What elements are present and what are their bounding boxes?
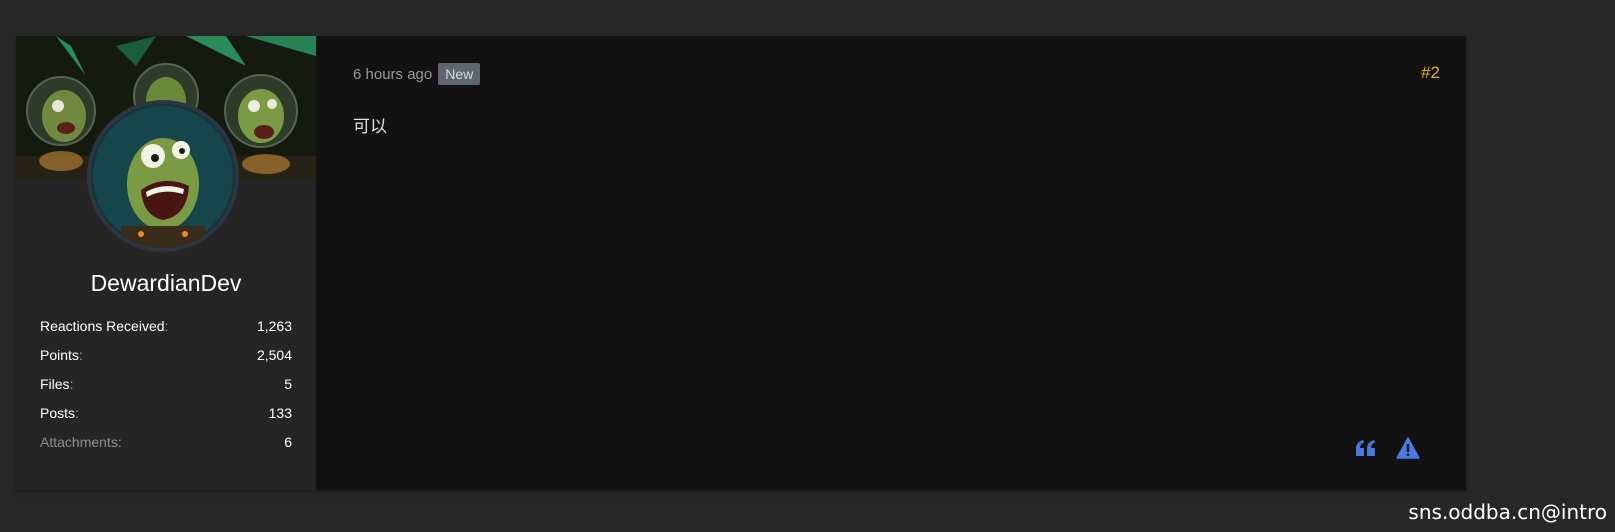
report-button[interactable]	[1396, 436, 1420, 460]
stat-points: Points: 2,504	[40, 347, 292, 363]
stat-value: 2,504	[256, 347, 292, 363]
stat-reactions: Reactions Received: 1,263	[40, 318, 292, 334]
stat-posts: Posts: 133	[40, 405, 292, 421]
stat-attachments: Attachments: 6	[40, 434, 292, 450]
post-number-link[interactable]: #2	[1421, 63, 1440, 83]
author-stats: Reactions Received: 1,263 Points: 2,504 …	[40, 318, 292, 463]
post-timestamp[interactable]: 6 hours ago	[353, 66, 432, 83]
post-meta: 6 hours ago New	[353, 63, 481, 85]
stat-label: Points	[40, 347, 79, 363]
stat-label: Files	[40, 376, 70, 392]
author-sidebar: DewardianDev Reactions Received: 1,263 P…	[16, 36, 316, 490]
stat-value: 5	[284, 376, 292, 392]
stat-files: Files: 5	[40, 376, 292, 392]
watermark: sns.oddba.cn@intro	[1408, 500, 1607, 524]
forum-post: DewardianDev Reactions Received: 1,263 P…	[16, 36, 1466, 490]
warning-icon	[1396, 437, 1420, 459]
post-body: 可以	[353, 117, 387, 137]
stat-label: Attachments	[40, 434, 118, 450]
stat-value: 6	[284, 434, 292, 450]
new-badge: New	[438, 63, 481, 85]
stat-value: 1,263	[256, 318, 292, 334]
stat-value: 133	[268, 405, 292, 421]
post-content: 6 hours ago New #2 可以	[316, 36, 1466, 490]
quote-button[interactable]	[1354, 436, 1378, 460]
avatar[interactable]	[87, 100, 239, 252]
stat-label: Reactions Received	[40, 318, 165, 334]
quote-icon	[1356, 440, 1375, 456]
stat-label: Posts	[40, 405, 76, 421]
post-actions	[1354, 436, 1420, 460]
username[interactable]: DewardianDev	[16, 270, 316, 297]
